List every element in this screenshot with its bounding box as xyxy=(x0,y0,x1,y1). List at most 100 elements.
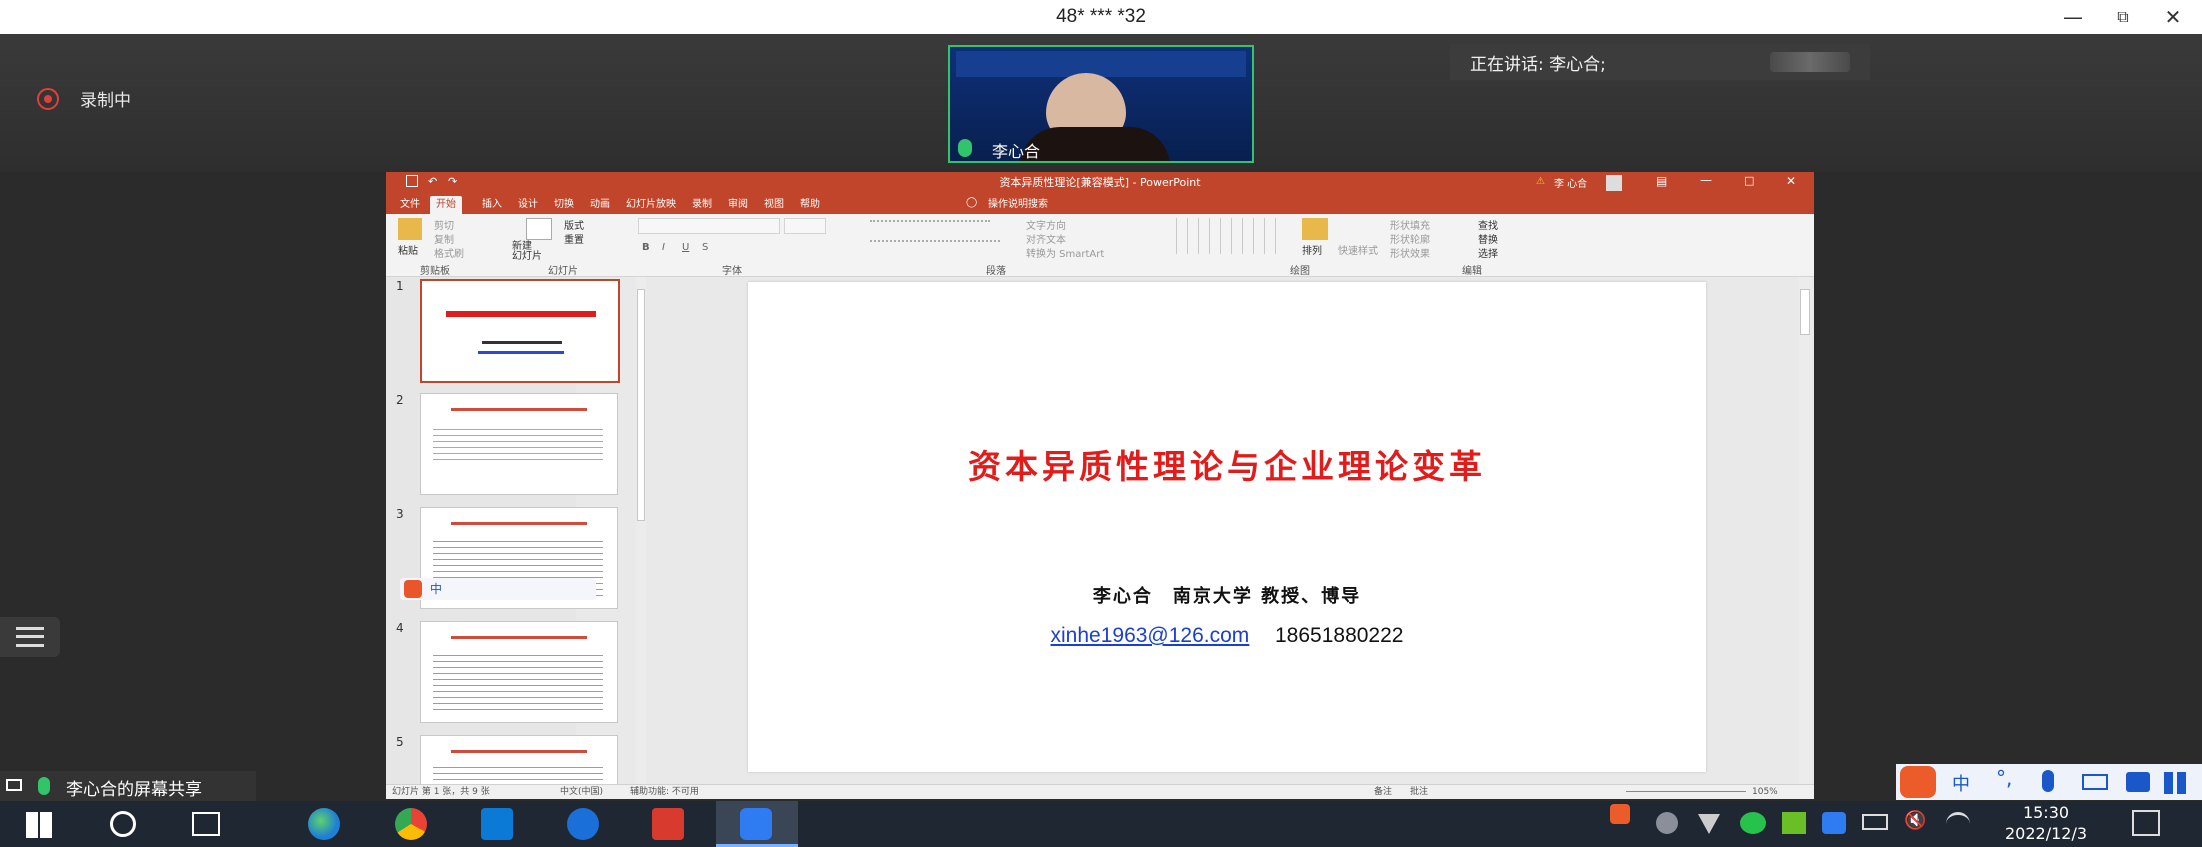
wps-icon[interactable] xyxy=(652,808,684,840)
slide-thumbnail-4[interactable] xyxy=(420,621,618,723)
bold-icon[interactable]: B xyxy=(642,242,650,253)
replace-button[interactable]: 替换 xyxy=(1478,231,1498,246)
security-tray-icon[interactable] xyxy=(1656,812,1678,834)
ime-floating-toolbar[interactable]: 中 °, xyxy=(1896,764,2202,800)
meeting-tray-icon[interactable] xyxy=(1822,812,1846,834)
ime-chinese-label[interactable]: 中 xyxy=(430,580,442,597)
skin-icon[interactable] xyxy=(2126,772,2150,792)
shape-effects-button[interactable]: 形状效果 xyxy=(1390,245,1430,260)
tab-record[interactable]: 录制 xyxy=(686,196,718,214)
clock-time[interactable]: 15:30 xyxy=(2008,803,2084,822)
tab-design[interactable]: 设计 xyxy=(512,196,544,214)
current-slide[interactable]: 资本异质性理论与企业理论变革 李心合 南京大学 教授、博导 xinhe1963@… xyxy=(748,282,1706,772)
wifi-icon[interactable] xyxy=(1946,812,1970,834)
ime-chinese-label[interactable]: 中 xyxy=(1952,770,1970,796)
close-icon[interactable]: ✕ xyxy=(2150,0,2196,34)
sogou-icon[interactable] xyxy=(404,580,422,598)
restore-icon[interactable]: ⧉ xyxy=(2100,0,2146,34)
store-icon[interactable] xyxy=(481,808,513,840)
ribbon-display-icon[interactable]: ▤ xyxy=(1656,174,1667,188)
list-buttons[interactable] xyxy=(870,220,990,230)
tab-file[interactable]: 文件 xyxy=(394,196,426,214)
align-text-button[interactable]: 对齐文本 xyxy=(1026,231,1066,246)
ppt-close-icon[interactable]: ✕ xyxy=(1786,174,1796,188)
edge-icon[interactable] xyxy=(308,808,340,840)
sogou-tray-icon[interactable] xyxy=(1610,804,1630,824)
tab-help[interactable]: 帮助 xyxy=(794,196,826,214)
ppt-minimize-icon[interactable]: — xyxy=(1700,173,1712,187)
shape-outline-button[interactable]: 形状轮廓 xyxy=(1390,231,1430,246)
tab-transitions[interactable]: 切换 xyxy=(548,196,580,214)
copy-button[interactable]: 复制 xyxy=(434,231,454,246)
volume-muted-icon[interactable]: 🔇 xyxy=(1904,810,1926,831)
slide-thumbnail-1[interactable] xyxy=(420,279,620,383)
slide-email-link[interactable]: xinhe1963@126.com xyxy=(1051,624,1250,647)
arrange-icon[interactable] xyxy=(1302,218,1328,240)
paste-button[interactable]: 粘贴 xyxy=(398,242,418,257)
toolbox-icon[interactable] xyxy=(2164,772,2186,794)
task-view-icon[interactable] xyxy=(192,812,220,836)
language-status[interactable]: 中文(中国) xyxy=(560,785,603,799)
search-box[interactable]: 操作说明搜索 xyxy=(982,196,1054,214)
cut-button[interactable]: 剪切 xyxy=(434,217,454,232)
wechat-tray-icon[interactable] xyxy=(1740,812,1766,834)
accessibility-status[interactable]: 辅助功能: 不可用 xyxy=(630,785,699,799)
tab-view[interactable]: 视图 xyxy=(758,196,790,214)
text-direction-button[interactable]: 文字方向 xyxy=(1026,217,1066,232)
clock-date[interactable]: 2022/12/3 xyxy=(1988,824,2104,843)
tab-animations[interactable]: 动画 xyxy=(584,196,616,214)
meeting-app-icon[interactable] xyxy=(740,808,772,840)
speaker-video-tile[interactable]: 李心合 xyxy=(948,45,1254,163)
feishu-icon[interactable] xyxy=(567,808,599,840)
minimize-icon[interactable]: — xyxy=(2050,0,2096,34)
align-buttons[interactable] xyxy=(870,240,1000,250)
notes-button[interactable]: 备注 xyxy=(1374,785,1392,799)
search-icon[interactable] xyxy=(110,811,136,837)
slide-thumbnail-5[interactable] xyxy=(420,735,618,785)
comments-button[interactable]: 批注 xyxy=(1410,785,1428,799)
font-name-select[interactable] xyxy=(638,218,780,234)
layout-button[interactable]: 版式 xyxy=(564,217,584,232)
tab-review[interactable]: 审阅 xyxy=(722,196,754,214)
ime-toolbar[interactable]: 中 xyxy=(400,578,596,600)
punctuation-icon[interactable]: °, xyxy=(1996,766,2012,790)
new-slide-button[interactable]: 新建 幻灯片 xyxy=(512,242,542,262)
voice-icon[interactable] xyxy=(2042,770,2054,792)
italic-icon[interactable]: I xyxy=(662,242,665,253)
tab-home[interactable]: 开始 xyxy=(430,196,462,214)
thumbnail-scrollbar[interactable] xyxy=(636,277,646,784)
format-painter-button[interactable]: 格式刷 xyxy=(434,245,464,260)
font-size-select[interactable] xyxy=(784,218,826,234)
ppt-user-name[interactable]: 李 心合 xyxy=(1554,175,1587,190)
new-slide-icon[interactable] xyxy=(526,218,552,240)
chrome-icon[interactable] xyxy=(395,808,427,840)
zoom-level[interactable]: 105% xyxy=(1752,785,1778,799)
slide-scrollbar[interactable] xyxy=(1799,277,1811,784)
battery-icon[interactable] xyxy=(1862,814,1888,830)
nvidia-tray-icon[interactable] xyxy=(1782,812,1806,834)
shapes-gallery[interactable] xyxy=(1166,218,1286,254)
sogou-icon[interactable] xyxy=(1900,766,1936,798)
reset-button[interactable]: 重置 xyxy=(564,231,584,246)
strikethrough-icon[interactable]: S xyxy=(702,242,708,253)
smartart-button[interactable]: 转换为 SmartArt xyxy=(1026,245,1104,260)
scroll-thumb[interactable] xyxy=(637,289,645,521)
slide-thumbnail-2[interactable] xyxy=(420,393,618,495)
notification-icon[interactable] xyxy=(2132,810,2160,836)
tab-insert[interactable]: 插入 xyxy=(476,196,508,214)
select-button[interactable]: 选择 xyxy=(1478,245,1498,260)
find-button[interactable]: 查找 xyxy=(1478,217,1498,232)
arrange-button[interactable]: 排列 xyxy=(1302,242,1322,257)
quick-styles-button[interactable]: 快速样式 xyxy=(1338,242,1378,257)
tab-slideshow[interactable]: 幻灯片放映 xyxy=(620,196,682,214)
zoom-slider[interactable] xyxy=(1626,791,1746,792)
shape-fill-button[interactable]: 形状填充 xyxy=(1390,217,1430,232)
keyboard-icon[interactable] xyxy=(2082,774,2108,790)
scroll-thumb[interactable] xyxy=(1800,289,1810,335)
ppt-restore-icon[interactable]: □ xyxy=(1744,174,1754,187)
avatar[interactable] xyxy=(1606,175,1622,191)
side-list-button[interactable] xyxy=(0,617,60,657)
windows-start-icon[interactable] xyxy=(26,812,52,838)
underline-icon[interactable]: U xyxy=(682,242,689,253)
paste-icon[interactable] xyxy=(398,218,422,240)
